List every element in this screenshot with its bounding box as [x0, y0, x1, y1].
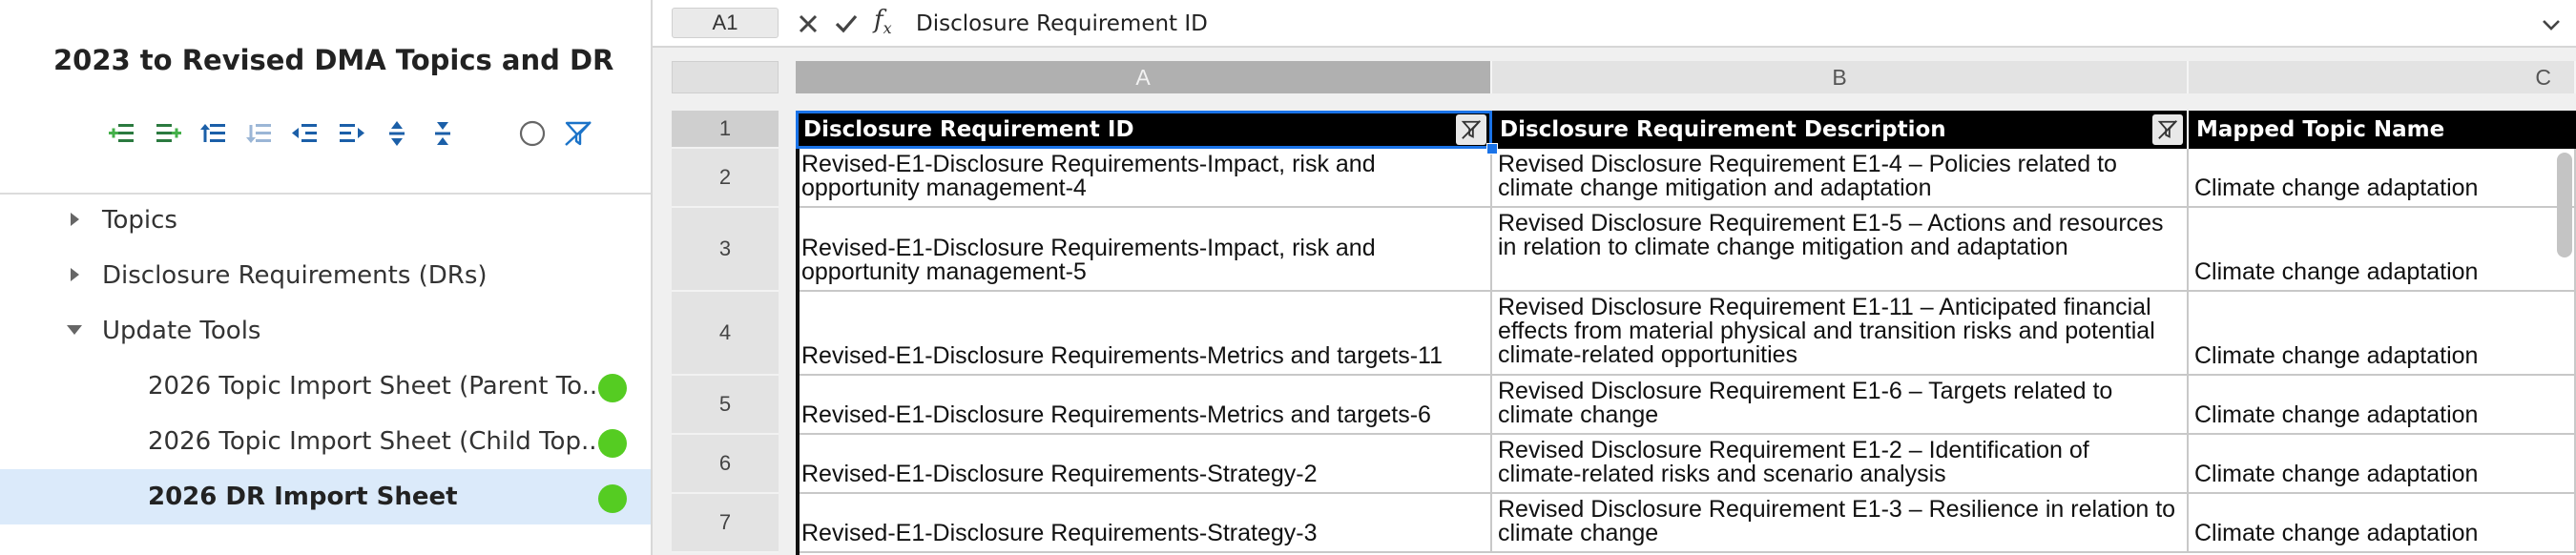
row-header-3[interactable]: 3: [672, 208, 779, 292]
column-filter-icon[interactable]: [1456, 114, 1486, 145]
cancel-icon[interactable]: [794, 10, 822, 38]
caret-right-icon[interactable]: [65, 210, 84, 229]
tree-item-topic-import-child[interactable]: 2026 Topic Import Sheet (Child Top...: [0, 414, 651, 469]
move-up-icon[interactable]: [191, 113, 237, 154]
row-header-7[interactable]: 7: [672, 494, 779, 553]
row-header-4[interactable]: 4: [672, 292, 779, 376]
tree-item-label: Update Tools: [102, 317, 261, 345]
cell-b4[interactable]: Revised Disclosure Requirement E1-11 – A…: [1492, 292, 2189, 376]
add-sibling-icon[interactable]: [145, 113, 191, 154]
caret-right-icon[interactable]: [65, 265, 84, 284]
cell-b2[interactable]: Revised Disclosure Requirement E1-4 – Po…: [1492, 149, 2189, 208]
sidebar: 2023 to Revised DMA Topics and DR ... To…: [0, 0, 653, 555]
move-down-icon[interactable]: [237, 113, 282, 154]
confirm-check-icon[interactable]: [832, 10, 861, 38]
tree-item-dr-import-sheet[interactable]: 2026 DR Import Sheet: [0, 469, 651, 524]
cell-c4[interactable]: Climate change adaptation: [2189, 292, 2576, 376]
spreadsheet: A1 fx Disclosure Requirement ID A B C 1 …: [653, 0, 2576, 555]
indent-icon[interactable]: [328, 113, 374, 154]
cell-a5[interactable]: Revised-E1-Disclosure Requirements-Metri…: [796, 376, 1492, 435]
cell-c2[interactable]: Climate change adaptation: [2189, 149, 2576, 208]
chevron-down-icon[interactable]: [2540, 13, 2563, 36]
tree-toolbar: [99, 113, 601, 154]
fill-handle[interactable]: [1486, 143, 1498, 154]
function-icon[interactable]: fx: [874, 6, 892, 37]
column-header-b[interactable]: B: [1492, 61, 2189, 93]
add-child-icon[interactable]: [99, 113, 145, 154]
status-dot-green: [598, 374, 627, 402]
cell-c3[interactable]: Climate change adaptation: [2189, 208, 2576, 292]
status-dot-green: [598, 484, 627, 513]
cell-b3[interactable]: Revised Disclosure Requirement E1-5 – Ac…: [1492, 208, 2189, 292]
row-header-2[interactable]: 2: [672, 149, 779, 208]
tree-item-label: 2026 Topic Import Sheet (Child Top...: [148, 427, 605, 456]
column-filter-icon[interactable]: [2152, 114, 2183, 145]
tree-item-label: 2026 DR Import Sheet: [148, 483, 458, 511]
header-cell-mapped-topic-name[interactable]: Mapped Topic Name: [2189, 111, 2576, 149]
tree-item-topic-import-parent[interactable]: 2026 Topic Import Sheet (Parent To...: [0, 359, 651, 414]
cell-area: Disclosure Requirement ID Disclosure Req…: [796, 111, 2576, 555]
collapse-all-icon[interactable]: [420, 113, 466, 154]
workbook-title: 2023 to Revised DMA Topics and DR ...: [53, 44, 616, 76]
cell-a3[interactable]: Revised-E1-Disclosure Requirements-Impac…: [796, 208, 1492, 292]
vertical-scrollbar-thumb[interactable]: [2557, 153, 2572, 257]
cell-reference-box[interactable]: A1: [672, 8, 779, 38]
filter-off-icon[interactable]: [555, 113, 601, 154]
cell-a6[interactable]: Revised-E1-Disclosure Requirements-Strat…: [796, 435, 1492, 494]
cell-c7[interactable]: Climate change adaptation: [2189, 494, 2576, 553]
status-dot-green: [598, 429, 627, 458]
row-header-5[interactable]: 5: [672, 376, 779, 435]
formula-bar: A1 fx Disclosure Requirement ID: [653, 0, 2576, 48]
formula-input[interactable]: Disclosure Requirement ID: [916, 11, 1208, 36]
cell-a4[interactable]: Revised-E1-Disclosure Requirements-Metri…: [796, 292, 1492, 376]
tree-item-disclosure-requirements[interactable]: Disclosure Requirements (DRs): [0, 248, 651, 303]
tree-item-label: 2026 Topic Import Sheet (Parent To...: [148, 372, 606, 401]
cell-b7[interactable]: Revised Disclosure Requirement E1-3 – Re…: [1492, 494, 2189, 553]
header-cell-disclosure-requirement-description[interactable]: Disclosure Requirement Description: [1492, 111, 2189, 149]
outdent-icon[interactable]: [282, 113, 328, 154]
select-all-corner[interactable]: [672, 61, 779, 93]
column-header-c[interactable]: C: [2189, 61, 2576, 93]
tree-item-label: Topics: [102, 206, 177, 235]
cell-a2[interactable]: Revised-E1-Disclosure Requirements-Impac…: [796, 149, 1492, 208]
tree-item-update-tools[interactable]: Update Tools: [0, 303, 651, 359]
tree-item-topics[interactable]: Topics: [0, 193, 651, 248]
circle-icon[interactable]: [509, 113, 555, 154]
cell-c6[interactable]: Climate change adaptation: [2189, 435, 2576, 494]
tree-item-label: Disclosure Requirements (DRs): [102, 261, 488, 290]
cell-b6[interactable]: Revised Disclosure Requirement E1-2 – Id…: [1492, 435, 2189, 494]
table-left-border: [796, 111, 800, 555]
column-header-a[interactable]: A: [796, 61, 1492, 93]
row-header-1[interactable]: 1: [672, 111, 779, 149]
caret-down-icon[interactable]: [65, 320, 84, 339]
cell-a7[interactable]: Revised-E1-Disclosure Requirements-Strat…: [796, 494, 1492, 553]
grid: A B C 1 2 3 4 5 6 7 Disclosure Requireme…: [653, 48, 2576, 555]
header-cell-disclosure-requirement-id[interactable]: Disclosure Requirement ID: [796, 111, 1492, 149]
cell-b5[interactable]: Revised Disclosure Requirement E1-6 – Ta…: [1492, 376, 2189, 435]
expand-all-icon[interactable]: [374, 113, 420, 154]
cell-c5[interactable]: Climate change adaptation: [2189, 376, 2576, 435]
row-header-6[interactable]: 6: [672, 435, 779, 494]
